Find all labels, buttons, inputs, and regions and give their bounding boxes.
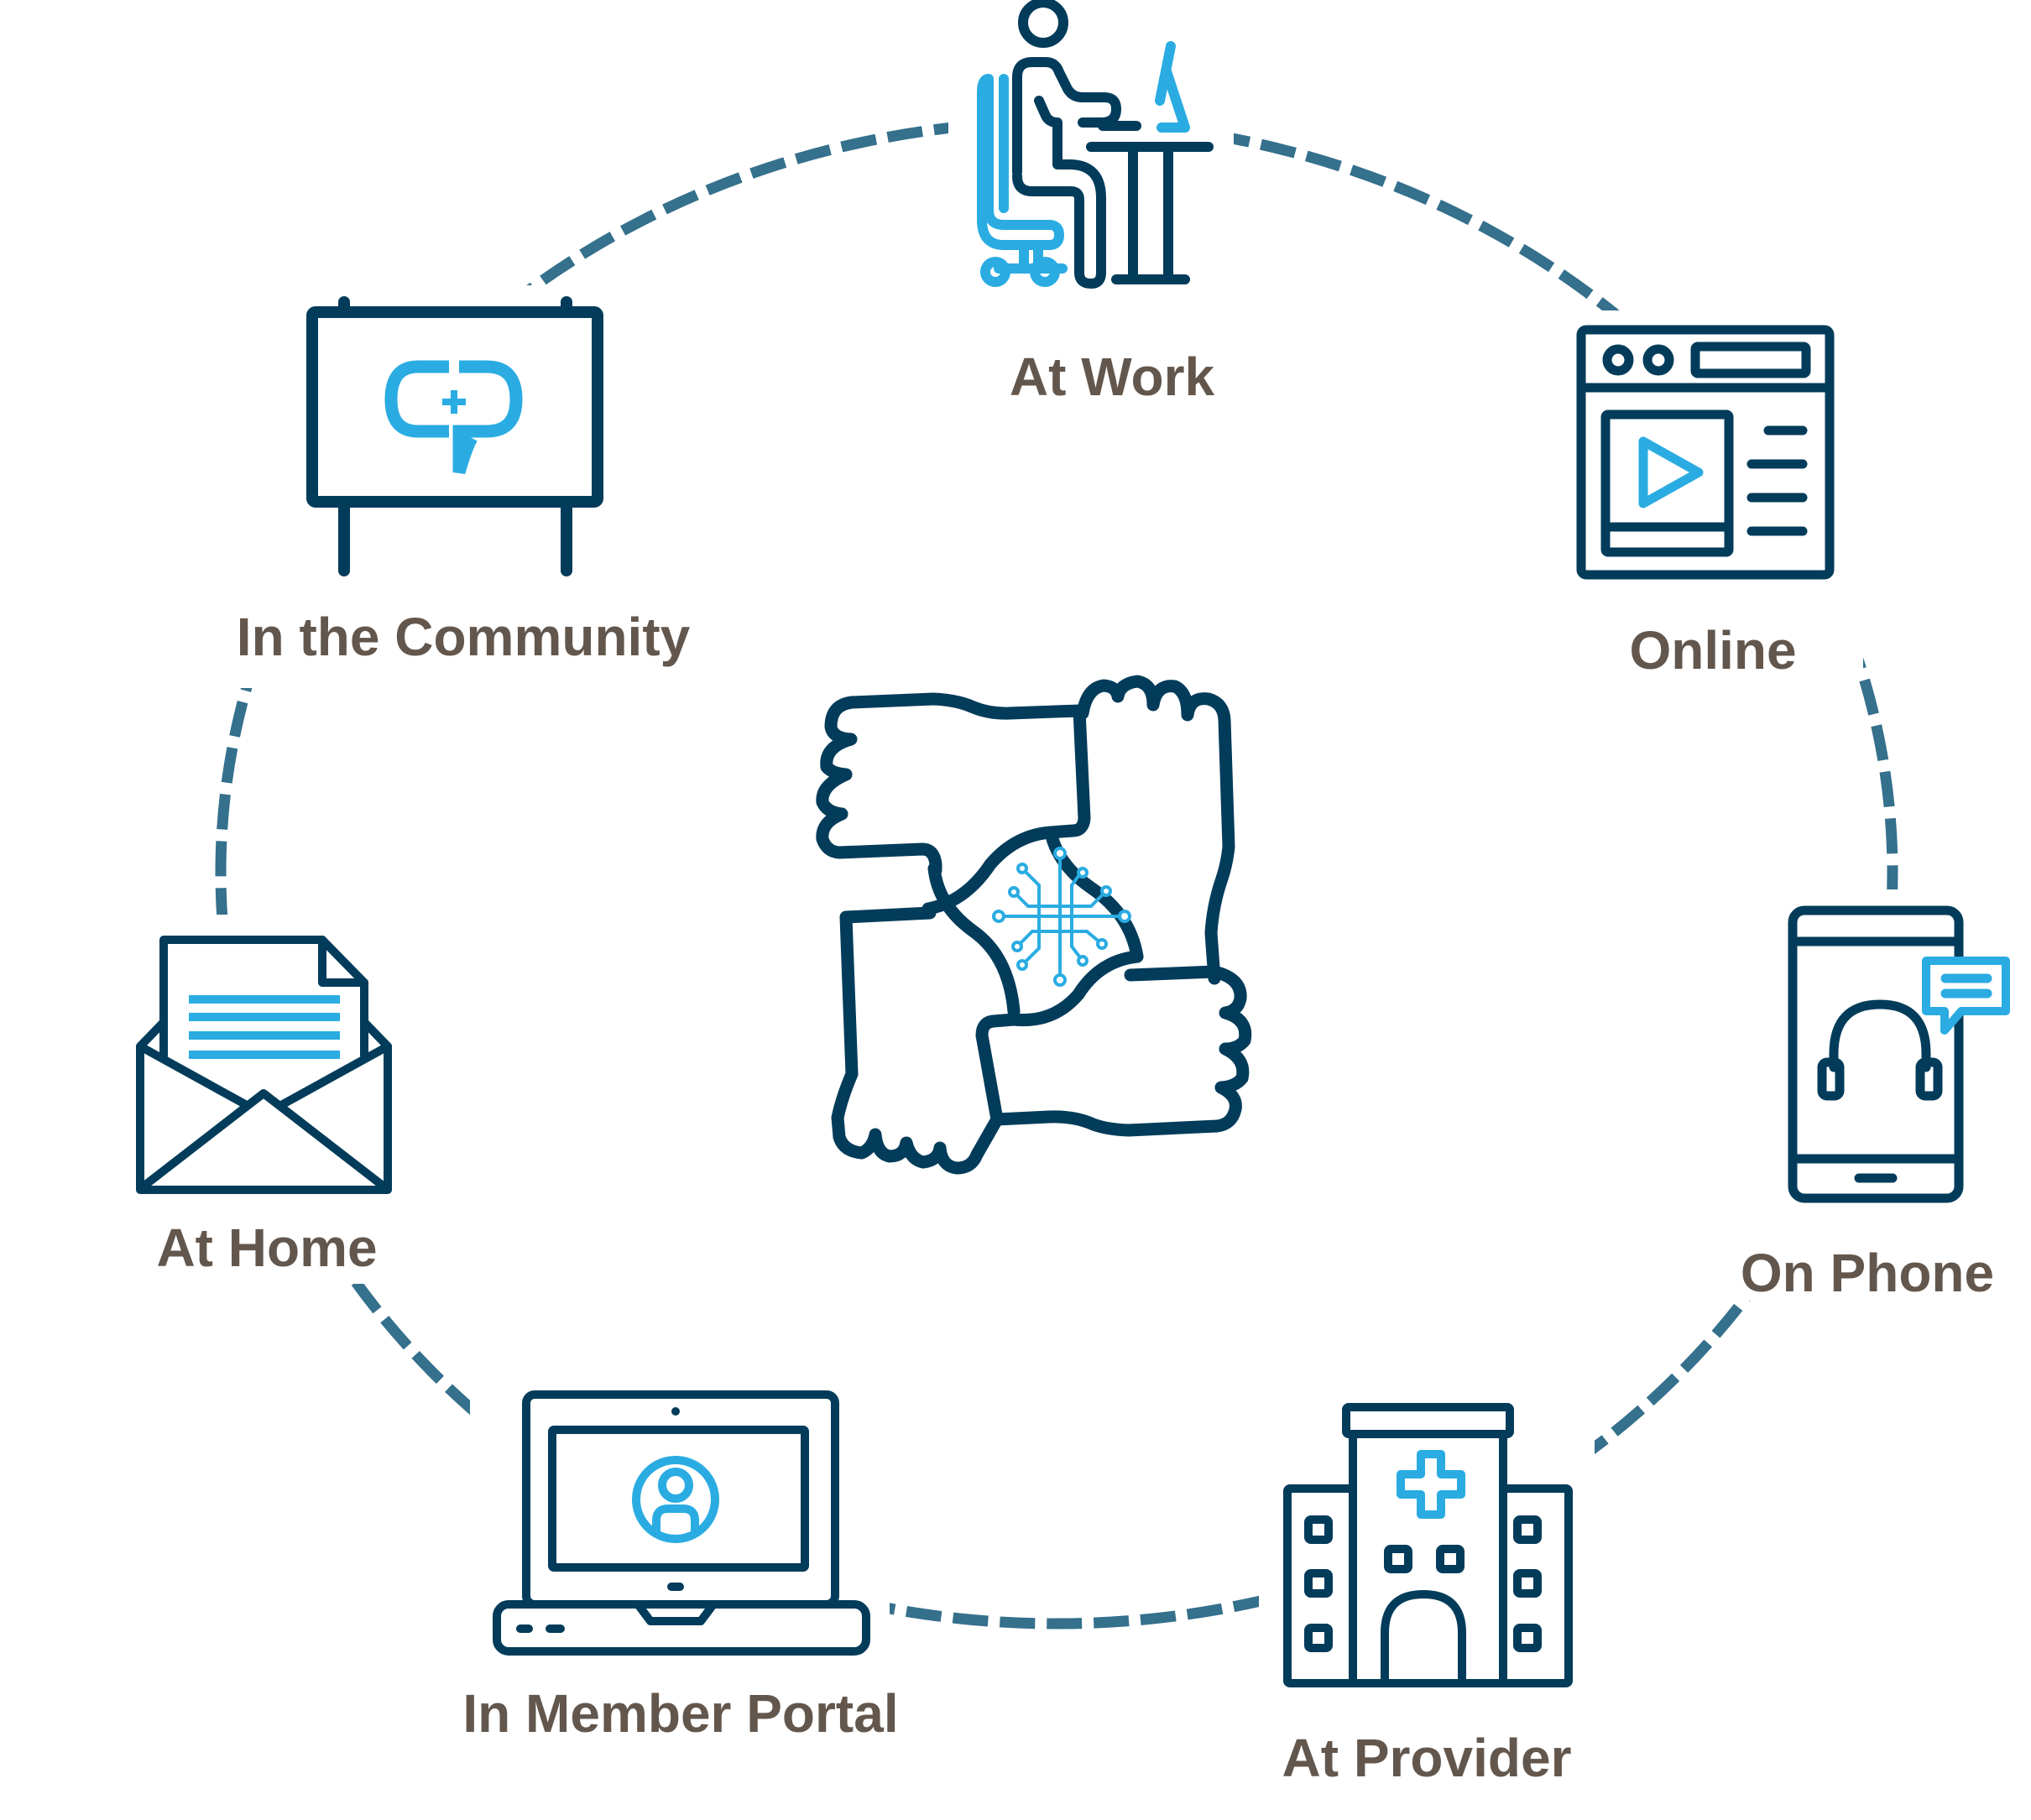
- browser-video-icon: [1576, 325, 1835, 580]
- billboard-icon: [306, 296, 603, 576]
- label-in-member-portal: In Member Portal: [462, 1683, 899, 1744]
- open-envelope-icon: [136, 936, 392, 1194]
- label-in-the-community: In the Community: [236, 607, 691, 667]
- label-at-home: At Home: [156, 1218, 378, 1278]
- label-online: Online: [1629, 620, 1797, 681]
- diagram-canvas: [136, 0, 2010, 1687]
- label-on-phone: On Phone: [1740, 1243, 1995, 1303]
- hands-circuit-icon: [816, 675, 1252, 1175]
- label-at-work: At Work: [1009, 347, 1215, 407]
- person-at-desk-icon: [977, 0, 1214, 289]
- laptop-user-icon: [493, 1390, 870, 1656]
- phone-headset-chat-icon: [1788, 905, 2010, 1203]
- channel-diagram: At Work Online On Phone At Provider In M…: [0, 0, 2031, 1820]
- label-at-provider: At Provider: [1282, 1728, 1572, 1788]
